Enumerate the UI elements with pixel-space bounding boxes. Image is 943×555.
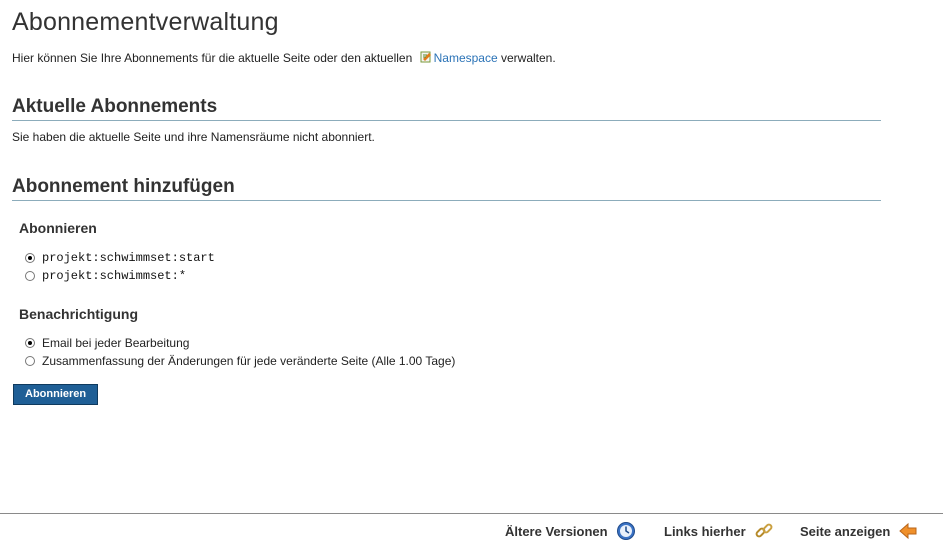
- links-here-label: Links hierher: [664, 523, 746, 539]
- chain-link-icon: [755, 523, 773, 538]
- older-versions-label: Ältere Versionen: [505, 523, 608, 539]
- notify-option-every-edit[interactable]: Email bei jeder Bearbeitung: [25, 336, 189, 350]
- notify-digest-radio[interactable]: [25, 356, 35, 366]
- add-subscription-heading: Abonnement hinzufügen: [12, 176, 881, 201]
- subscribe-namespace-radio[interactable]: [25, 271, 35, 281]
- subscribe-option-page[interactable]: projekt:schwimmset:start: [25, 251, 215, 265]
- links-here-link[interactable]: Links hierher: [664, 518, 774, 544]
- intro-text-after: verwalten.: [500, 51, 556, 65]
- notify-digest-label: Zusammenfassung der Änderungen für jede …: [42, 354, 456, 368]
- notification-heading: Benachrichtigung: [19, 306, 139, 322]
- current-subscriptions-heading: Aktuelle Abonnements: [12, 96, 881, 121]
- intro-text-before: Hier können Sie Ihre Abonnements für die…: [12, 51, 413, 65]
- page-title: Abonnementverwaltung: [12, 8, 279, 36]
- subscribe-button[interactable]: Abonnieren: [13, 384, 99, 405]
- older-versions-link[interactable]: Ältere Versionen: [505, 518, 636, 544]
- show-page-link[interactable]: Seite anzeigen: [800, 518, 918, 544]
- current-subscriptions-text: Sie haben die aktuelle Seite und ihre Na…: [12, 130, 375, 144]
- notify-every-edit-radio[interactable]: [25, 338, 35, 348]
- namespace-icon: [420, 51, 431, 63]
- notify-every-edit-label: Email bei jeder Bearbeitung: [42, 336, 190, 350]
- subscribe-page-label: projekt:schwimmset:start: [42, 251, 215, 265]
- subscribe-page-radio[interactable]: [25, 253, 35, 263]
- namespace-link[interactable]: Namespace: [434, 51, 498, 65]
- notify-option-digest[interactable]: Zusammenfassung der Änderungen für jede …: [25, 354, 455, 368]
- arrow-left-icon: [899, 522, 917, 540]
- intro-text: Hier können Sie Ihre Abonnements für die…: [12, 51, 556, 65]
- subscribe-heading: Abonnieren: [19, 220, 97, 236]
- footer-divider: [0, 513, 943, 514]
- clock-icon: [616, 522, 635, 540]
- subscribe-option-namespace[interactable]: projekt:schwimmset:*: [25, 269, 186, 283]
- subscribe-namespace-label: projekt:schwimmset:*: [42, 269, 187, 283]
- show-page-label: Seite anzeigen: [800, 523, 891, 539]
